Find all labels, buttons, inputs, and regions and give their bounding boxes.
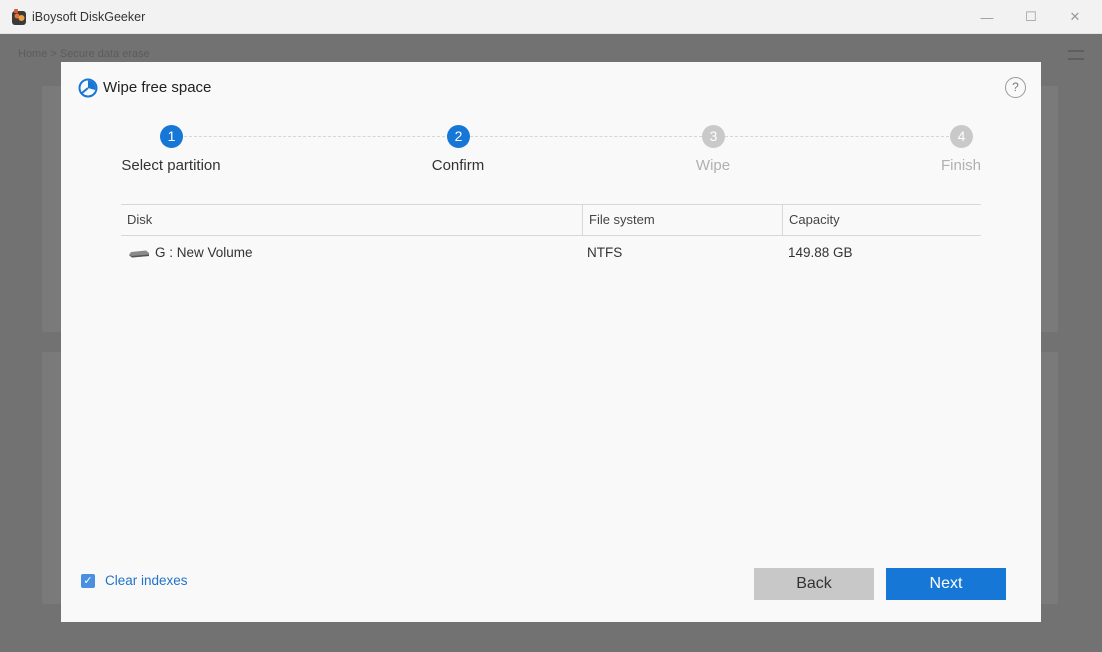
help-button[interactable]: ?: [1005, 77, 1026, 98]
clear-indexes-label[interactable]: Clear indexes: [105, 573, 188, 588]
title-bar: iBoysoft DiskGeeker — ☐ ✕: [0, 0, 1102, 34]
step-3-label: Wipe: [695, 157, 731, 174]
step-1-label: Select partition: [121, 157, 221, 174]
close-button[interactable]: ✕: [1052, 0, 1098, 34]
step-connector: [470, 136, 702, 137]
step-4-indicator: 4: [950, 125, 973, 148]
table-row[interactable]: G : New Volume NTFS 149.88 GB: [121, 236, 981, 270]
drive-icon: [129, 250, 149, 258]
step-2-indicator: 2: [447, 125, 470, 148]
back-button[interactable]: Back: [754, 568, 874, 600]
disk-name: G : New Volume: [155, 245, 253, 260]
maximize-button[interactable]: ☐: [1008, 0, 1054, 34]
step-3-indicator: 3: [702, 125, 725, 148]
minimize-button[interactable]: —: [964, 0, 1010, 34]
app-logo-icon: [12, 9, 26, 25]
clear-indexes-checkbox[interactable]: ✓: [81, 574, 95, 588]
step-4-label: Finish: [940, 157, 981, 174]
column-header-capacity[interactable]: Capacity: [782, 205, 981, 235]
wipe-free-space-dialog: Wipe free space ? 1 Select partition 2 C…: [61, 62, 1041, 622]
partition-table: Disk File system Capacity G : New Volume…: [121, 204, 981, 270]
capacity-value: 149.88 GB: [788, 245, 853, 260]
step-connector: [725, 136, 949, 137]
menu-icon: [1068, 50, 1084, 60]
app-title: iBoysoft DiskGeeker: [32, 10, 146, 24]
column-header-disk[interactable]: Disk: [121, 205, 581, 235]
background-breadcrumb: Home > Secure data erase: [18, 48, 150, 60]
table-header: Disk File system Capacity: [121, 204, 981, 236]
wipe-icon: [78, 78, 98, 98]
dialog-title: Wipe free space: [103, 79, 212, 96]
next-button[interactable]: Next: [886, 568, 1006, 600]
step-connector: [184, 136, 445, 137]
step-2-label: Confirm: [431, 157, 485, 174]
file-system-value: NTFS: [587, 245, 623, 260]
step-1-indicator: 1: [160, 125, 183, 148]
column-header-file-system[interactable]: File system: [582, 205, 782, 235]
